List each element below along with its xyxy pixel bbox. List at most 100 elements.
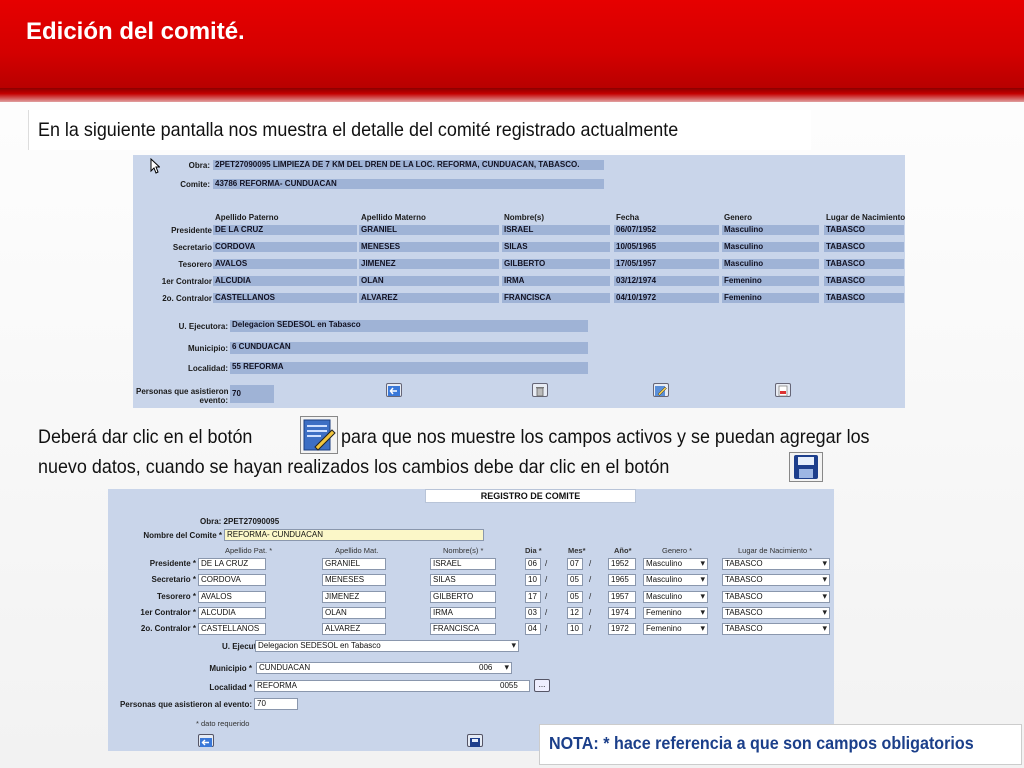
- personas-input[interactable]: 70: [254, 698, 298, 710]
- form-ap-input[interactable]: CASTELLANOS: [198, 623, 266, 635]
- date-separator: /: [589, 624, 592, 633]
- form-mes-input[interactable]: 05: [567, 591, 583, 603]
- hdr-lugar: Lugar de Nacimiento *: [738, 546, 813, 555]
- detail-row-role: Secretario: [172, 243, 212, 252]
- nombre-comite-input[interactable]: REFORMA- CUNDUACAN: [224, 529, 484, 541]
- form-am-input[interactable]: JIMENEZ: [322, 591, 386, 603]
- form-gen-select[interactable]: Masculino: [643, 558, 708, 570]
- date-separator: /: [589, 592, 592, 601]
- delete-button[interactable]: [532, 383, 548, 397]
- form-mes-input[interactable]: 12: [567, 607, 583, 619]
- detail-cell-gen: Femenino: [722, 276, 819, 286]
- form-gen-select[interactable]: Femenino: [643, 607, 708, 619]
- hdr-nombre: Nombre(s) *: [443, 546, 484, 555]
- localidad-input-name: REFORMA: [257, 681, 297, 690]
- slide-title: Edición del comité.: [26, 18, 245, 45]
- nombre-comite-label: Nombre del Comite *: [143, 531, 222, 540]
- form-ap-input[interactable]: ALCUDIA: [198, 607, 266, 619]
- form-ap-input[interactable]: CORDOVA: [198, 574, 266, 586]
- form-ap-input[interactable]: AVALOS: [198, 591, 266, 603]
- obra-label: Obra:: [188, 161, 210, 170]
- hdr-apellido-mat: Apellido Mat.: [335, 546, 379, 555]
- detail-cell-gen: Masculino: [722, 242, 819, 252]
- document-icon: [778, 385, 788, 397]
- detail-cell-am: ALVAREZ: [359, 293, 499, 303]
- ejecutora-value: Delegacion SEDESOL en Tabasco: [230, 320, 588, 332]
- form-row-role: Secretario *: [151, 575, 196, 584]
- form-nom-input[interactable]: SILAS: [430, 574, 496, 586]
- form-lugar-select[interactable]: TABASCO: [722, 558, 830, 570]
- form-dia-input[interactable]: 06: [525, 558, 541, 570]
- detail-row-role: 2o. Contralor: [162, 294, 212, 303]
- form-dia-input[interactable]: 10: [525, 574, 541, 586]
- form-row-role: Presidente *: [149, 559, 196, 568]
- form-nom-input[interactable]: GILBERTO: [430, 591, 496, 603]
- edit-pencil-icon: [303, 419, 336, 451]
- detail-cell-ap: DE LA CRUZ: [213, 225, 357, 235]
- form-header: REGISTRO DE COMITE: [425, 489, 636, 503]
- localidad-input[interactable]: REFORMA 0055: [254, 680, 530, 692]
- form-am-input[interactable]: ALVAREZ: [322, 623, 386, 635]
- form-lugar-select[interactable]: TABASCO: [722, 607, 830, 619]
- hdr-mes: Mes*: [568, 546, 586, 555]
- detail-cell-gen: Masculino: [722, 259, 819, 269]
- form-am-input[interactable]: OLAN: [322, 607, 386, 619]
- detail-cell-am: OLAN: [359, 276, 499, 286]
- form-nom-input[interactable]: ISRAEL: [430, 558, 496, 570]
- form-mes-input[interactable]: 10: [567, 623, 583, 635]
- date-separator: /: [589, 559, 592, 568]
- save-disk-icon: [794, 455, 818, 479]
- form-mes-input[interactable]: 07: [567, 558, 583, 570]
- form-lugar-select[interactable]: TABASCO: [722, 623, 830, 635]
- form-anio-input[interactable]: 1957: [608, 591, 636, 603]
- ejecutora-select[interactable]: Delegacion SEDESOL en Tabasco: [255, 640, 519, 652]
- form-gen-select[interactable]: Masculino: [643, 574, 708, 586]
- mouse-cursor-icon: [150, 158, 160, 174]
- detail-cell-fecha: 17/05/1957: [614, 259, 719, 269]
- form-obra-label: Obra: 2PET27090095: [200, 517, 280, 526]
- header-lugar: Lugar de Nacimiento: [826, 213, 906, 222]
- back-button[interactable]: [386, 383, 402, 397]
- form-mes-input[interactable]: 05: [567, 574, 583, 586]
- form-gen-select[interactable]: Femenino: [643, 623, 708, 635]
- detail-cell-ap: AVALOS: [213, 259, 357, 269]
- detail-cell-nom: IRMA: [502, 276, 610, 286]
- form-nom-input[interactable]: FRANCISCA: [430, 623, 496, 635]
- form-dia-input[interactable]: 03: [525, 607, 541, 619]
- form-lugar-select[interactable]: TABASCO: [722, 591, 830, 603]
- form-back-button[interactable]: [198, 734, 214, 747]
- form-am-input[interactable]: GRANIEL: [322, 558, 386, 570]
- comite-label: Comite:: [180, 180, 210, 189]
- personas-value: 70: [230, 385, 274, 403]
- intro-text: En la siguiente pantalla nos muestra el …: [38, 119, 679, 141]
- detail-cell-gen: Femenino: [722, 293, 819, 303]
- form-save-button[interactable]: [467, 734, 483, 747]
- hdr-genero: Genero *: [662, 546, 693, 555]
- detail-cell-nom: FRANCISCA: [502, 293, 610, 303]
- localidad-lookup-button[interactable]: ...: [534, 679, 550, 692]
- form-anio-input[interactable]: 1974: [608, 607, 636, 619]
- detail-cell-ap: CORDOVA: [213, 242, 357, 252]
- localidad-label: Localidad:: [187, 364, 228, 373]
- municipio-select[interactable]: CUNDUACAN 006: [256, 662, 512, 674]
- form-anio-input[interactable]: 1952: [608, 558, 636, 570]
- edit-button[interactable]: [653, 383, 669, 397]
- municipio-select-name: CUNDUACAN: [259, 663, 311, 672]
- form-nom-input[interactable]: IRMA: [430, 607, 496, 619]
- save-button-illustration: [789, 452, 823, 482]
- form-dia-input[interactable]: 17: [525, 591, 541, 603]
- localidad-input-code: 0055: [500, 681, 518, 690]
- save-disk-icon: [470, 738, 480, 747]
- form-anio-input[interactable]: 1965: [608, 574, 636, 586]
- report-button[interactable]: [775, 383, 791, 397]
- date-separator: /: [545, 608, 548, 617]
- form-dia-input[interactable]: 04: [525, 623, 541, 635]
- hdr-anio: Año*: [614, 546, 632, 555]
- form-gen-select[interactable]: Masculino: [643, 591, 708, 603]
- form-ap-input[interactable]: DE LA CRUZ: [198, 558, 266, 570]
- form-anio-input[interactable]: 1972: [608, 623, 636, 635]
- form-am-input[interactable]: MENESES: [322, 574, 386, 586]
- date-separator: /: [589, 608, 592, 617]
- form-lugar-select[interactable]: TABASCO: [722, 574, 830, 586]
- instruction-line1-b: para que nos muestre los campos activos …: [341, 426, 870, 448]
